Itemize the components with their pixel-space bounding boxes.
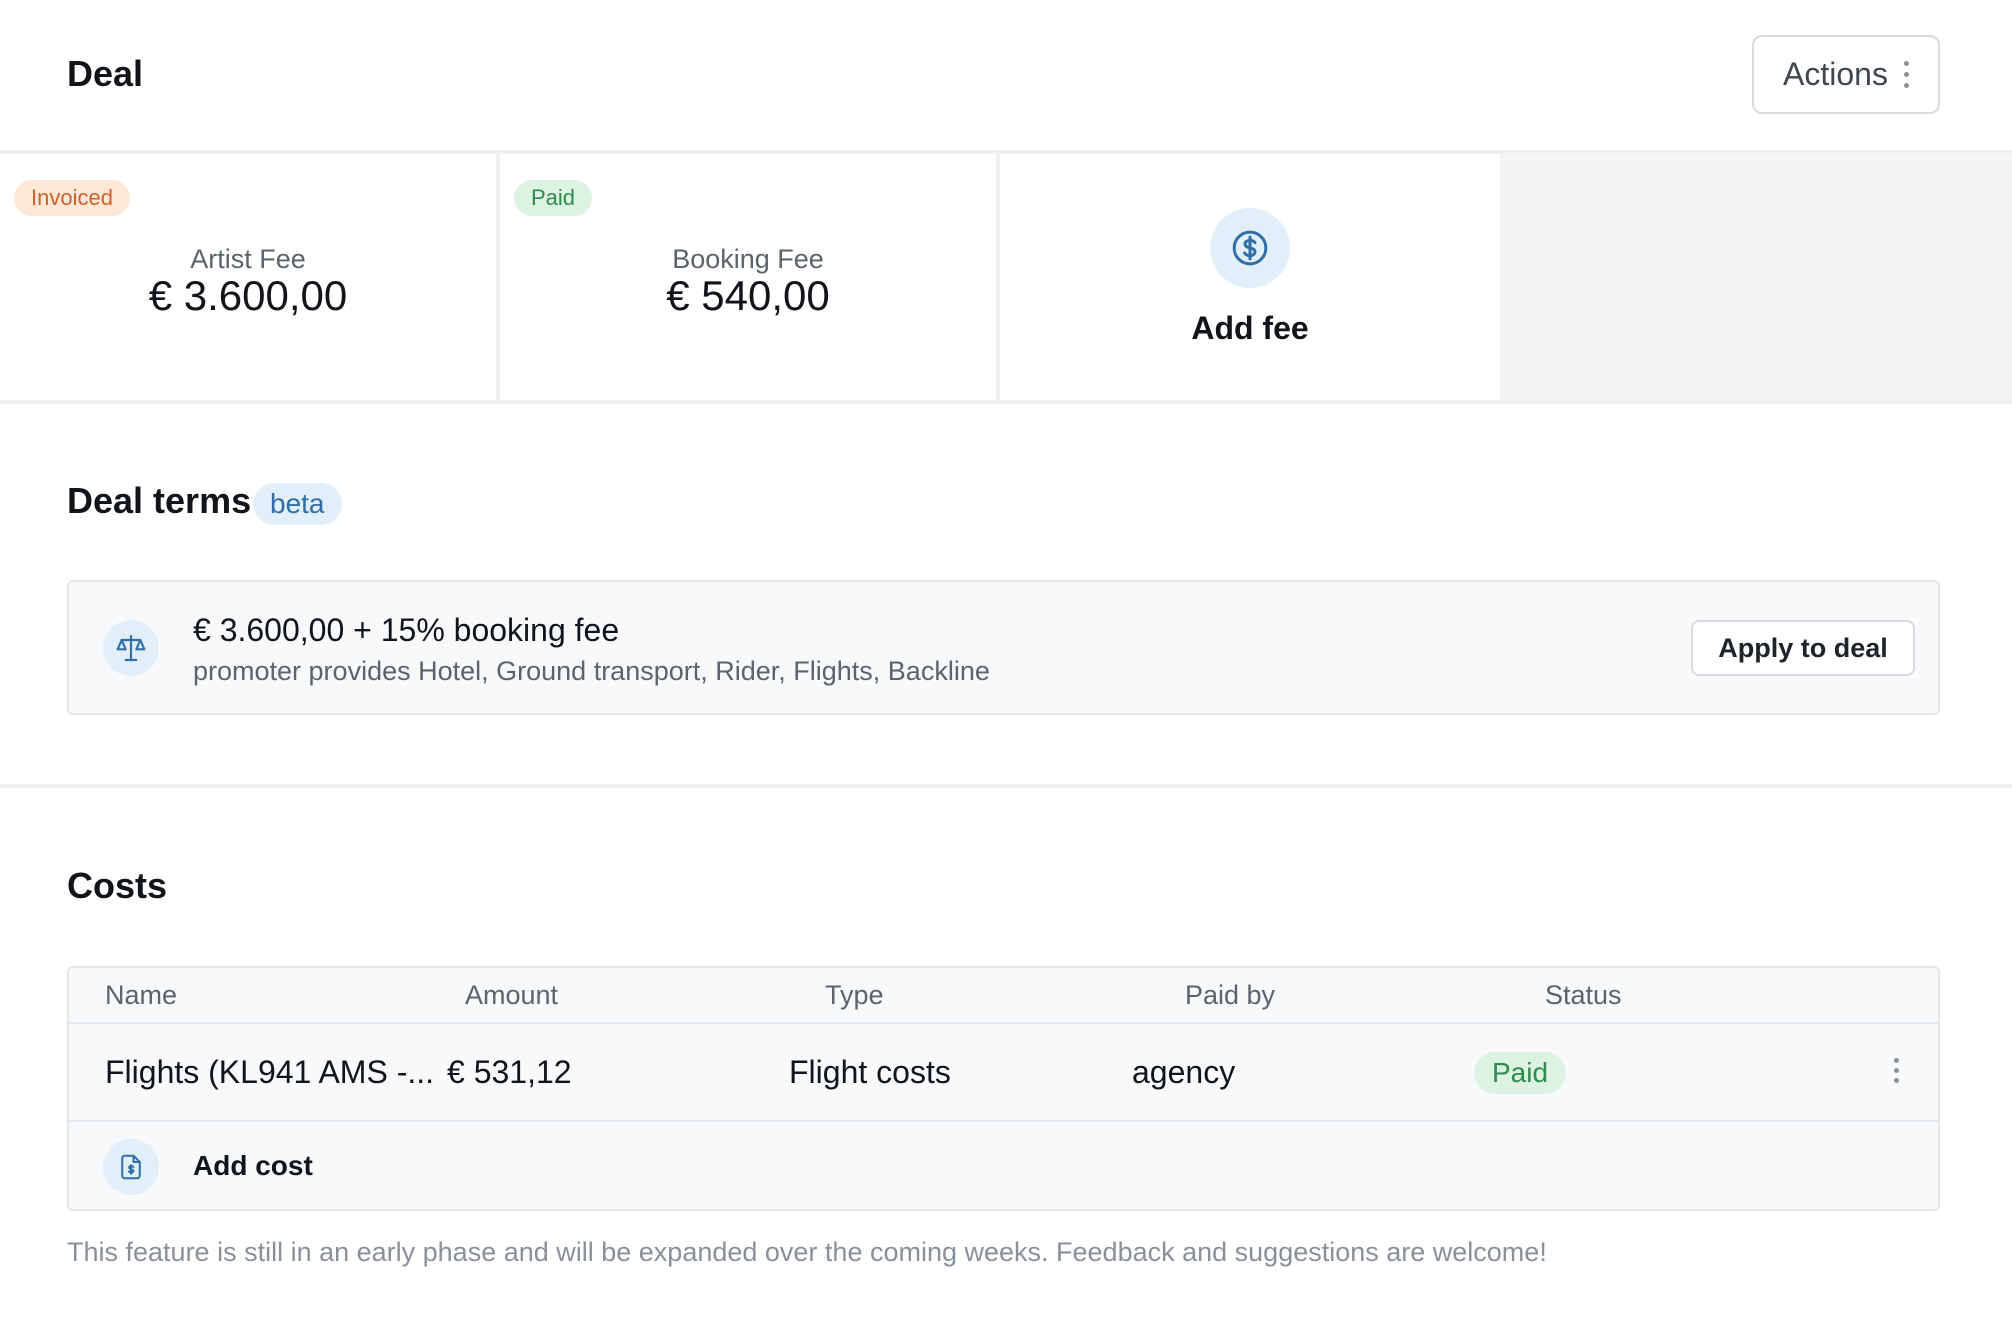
fee-card-booking[interactable]: Paid Booking Fee € 540,00 [500,154,1000,400]
scale-icon [103,620,159,676]
column-header-paid-by[interactable]: Paid by [1185,980,1275,1011]
feature-note: This feature is still in an early phase … [67,1237,1547,1267]
dollar-circle-icon [1210,208,1290,288]
fee-amount: € 540,00 [666,272,830,319]
status-badge: Paid [1474,1052,1567,1094]
status-badge: Paid [514,180,593,216]
deal-terms-card: € 3.600,00 + 15% booking fee promoter pr… [67,580,1940,715]
section-divider [0,784,2012,788]
row-menu-icon[interactable] [1894,1058,1899,1083]
document-dollar-icon [103,1139,159,1195]
column-header-status[interactable]: Status [1545,980,1622,1011]
fee-card-artist[interactable]: Invoiced Artist Fee € 3.600,00 [0,154,500,400]
add-fee-label: Add fee [1191,310,1309,346]
fee-label: Booking Fee [672,244,824,274]
fee-amount: € 3.600,00 [148,272,348,319]
deal-terms-title: Deal terms [67,480,252,521]
beta-badge: beta [253,483,342,525]
column-header-type[interactable]: Type [825,980,884,1011]
fee-cards: Invoiced Artist Fee € 3.600,00 Paid Book… [0,150,2012,404]
column-header-amount[interactable]: Amount [465,980,558,1011]
table-row[interactable]: Flights (KL941 AMS -... € 531,12 Flight … [69,1024,1938,1122]
fee-label: Artist Fee [190,244,306,274]
actions-button[interactable]: Actions [1752,35,1940,114]
column-header-name[interactable]: Name [105,980,177,1011]
cost-type: Flight costs [789,1054,951,1090]
deal-terms-details: promoter provides Hotel, Ground transpor… [193,656,990,686]
costs-title: Costs [67,865,168,906]
cost-name: Flights (KL941 AMS -... [105,1054,435,1090]
cost-amount: € 531,12 [447,1054,572,1090]
deal-header: Deal Actions [0,0,2012,150]
add-cost-button[interactable]: Add cost [69,1122,1938,1209]
add-fee-button[interactable]: Add fee [1000,154,1500,400]
apply-to-deal-button[interactable]: Apply to deal [1691,620,1915,676]
more-vertical-icon [1903,61,1909,88]
add-cost-label: Add cost [193,1150,313,1181]
table-header: Name Amount Type Paid by Status [69,968,1938,1024]
costs-table: Name Amount Type Paid by Status Flights … [67,966,1940,1211]
cost-paid-by: agency [1132,1054,1236,1090]
deal-terms-summary: € 3.600,00 + 15% booking fee [193,612,620,648]
actions-button-label: Actions [1783,56,1888,92]
status-badge: Invoiced [14,180,130,216]
page-title: Deal [67,53,144,94]
